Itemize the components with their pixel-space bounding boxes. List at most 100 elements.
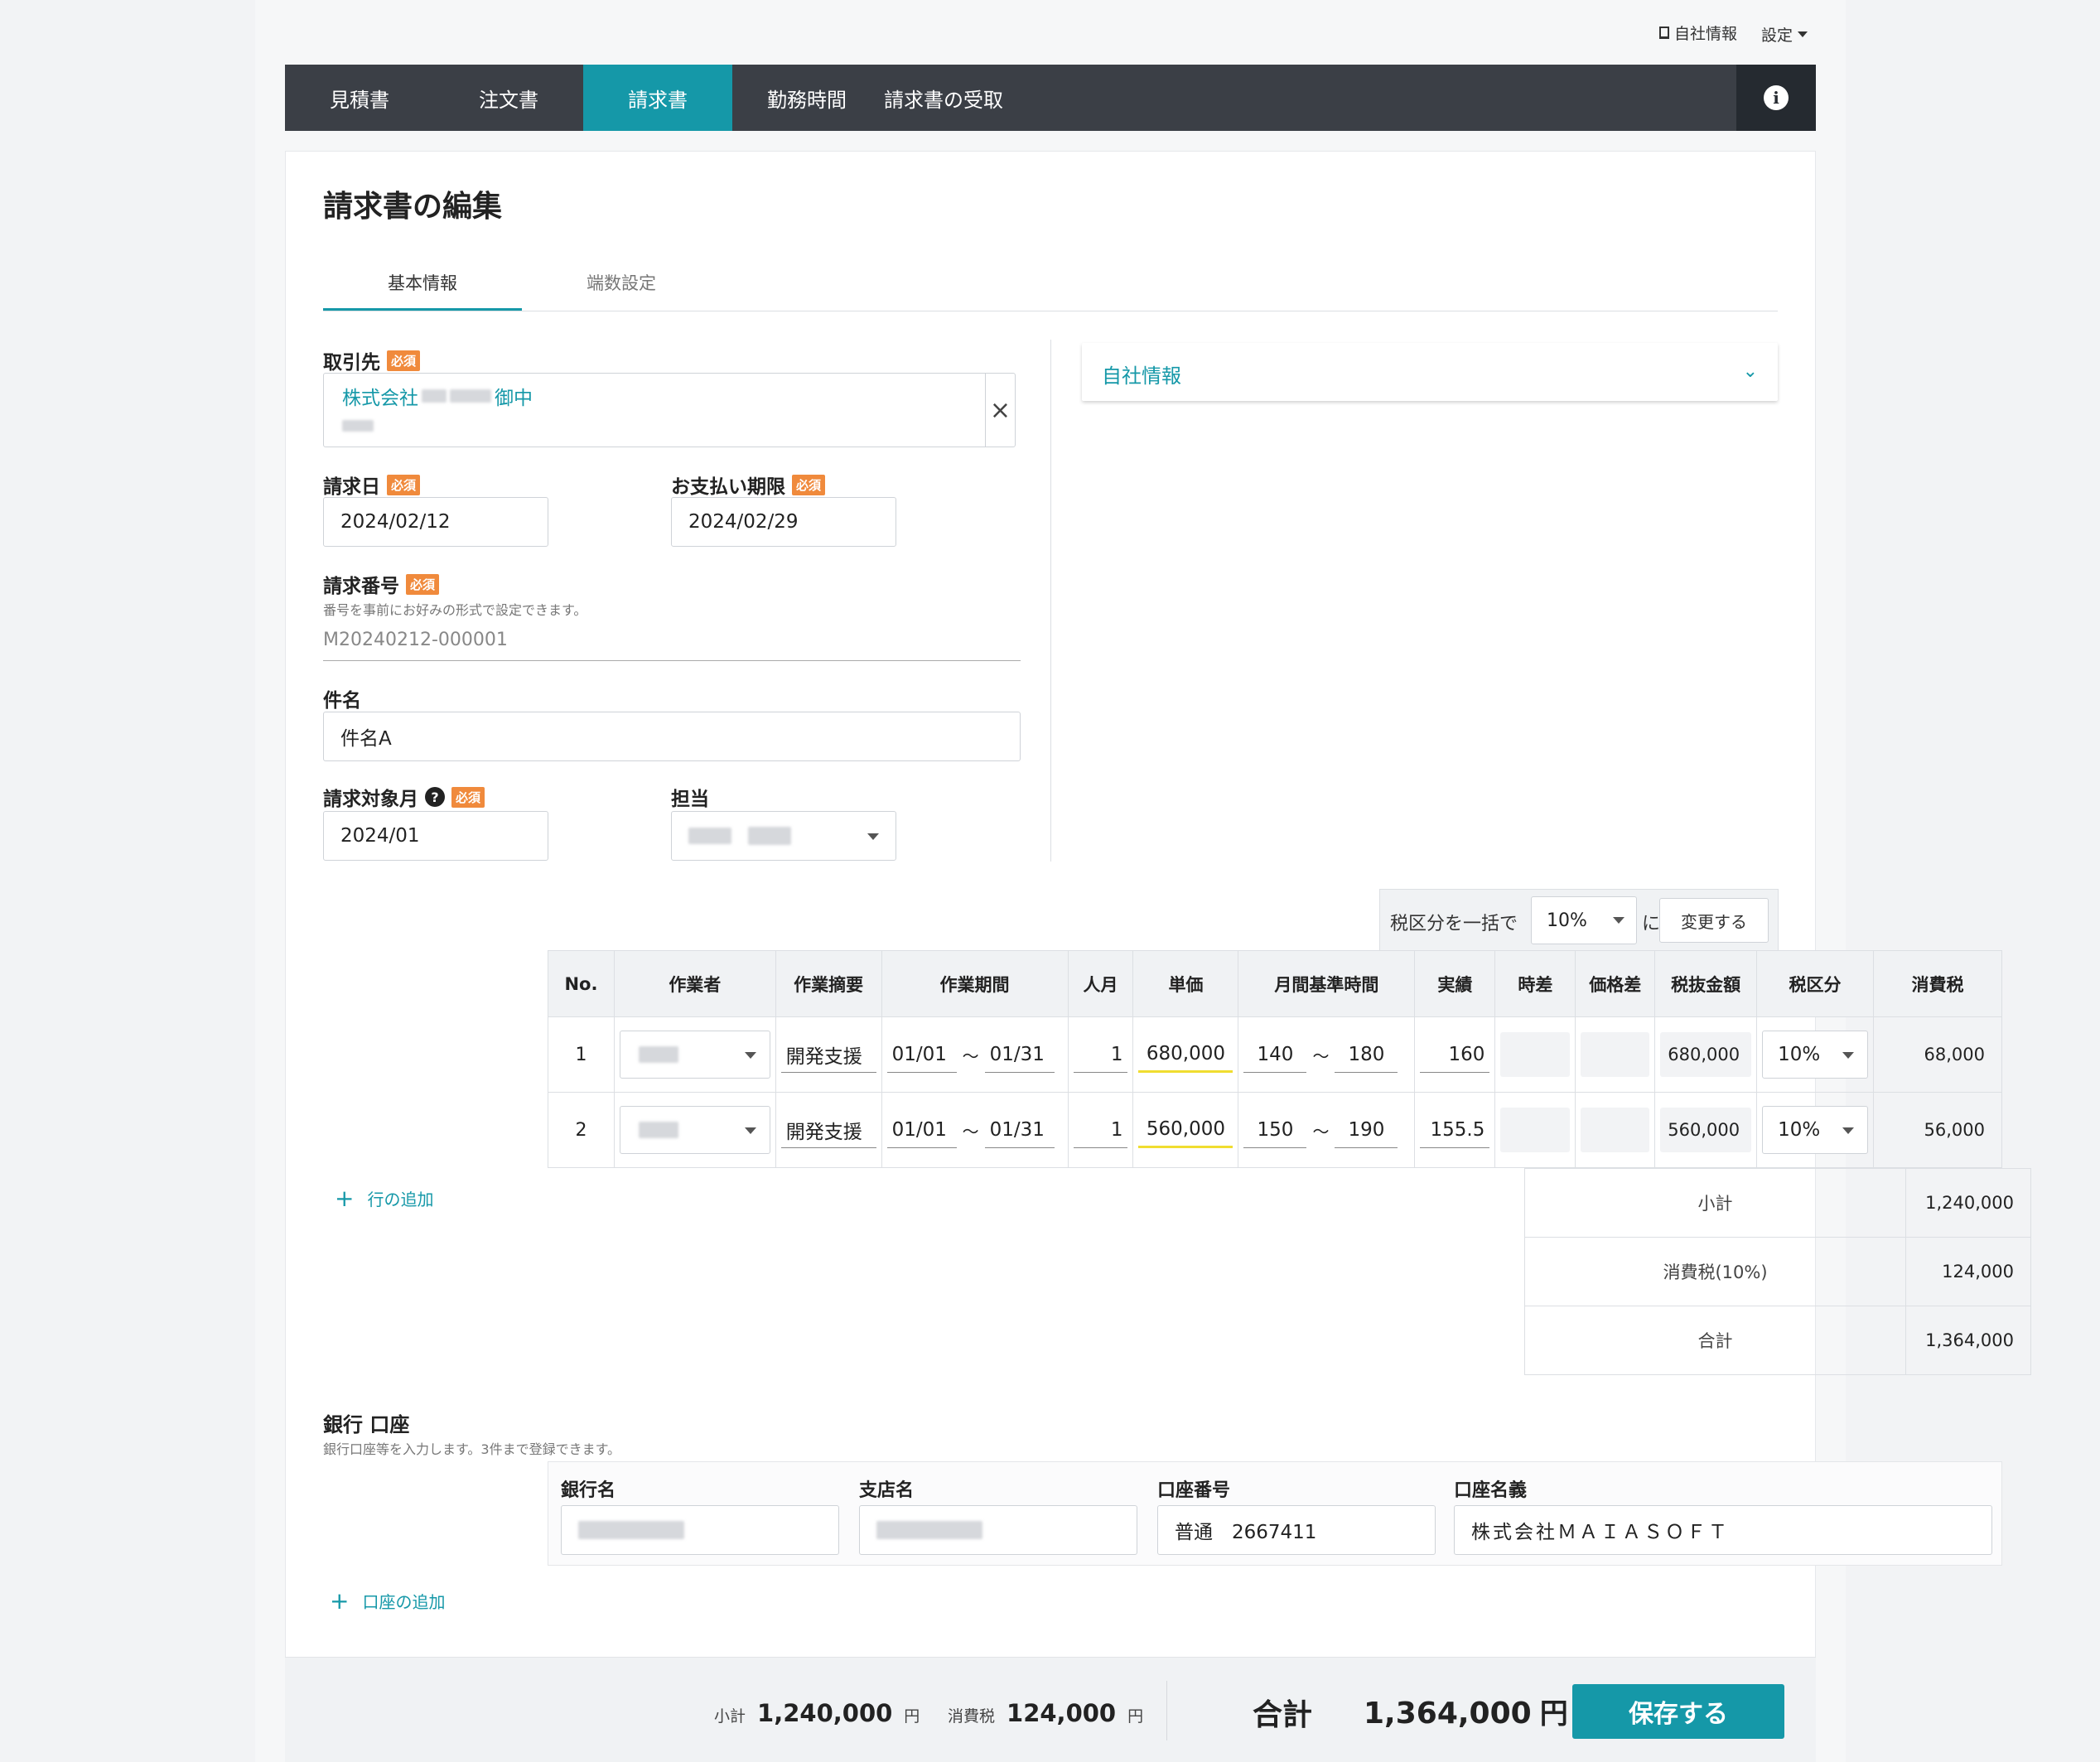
- client-name-suffix: 御中: [495, 388, 533, 409]
- price-diff-value: [1581, 1108, 1650, 1152]
- tab-rounding-settings[interactable]: 端数設定: [522, 270, 721, 295]
- man-month-input[interactable]: 1: [1073, 1112, 1128, 1148]
- header-man-month: 人月: [1067, 950, 1134, 1017]
- worker-cell: [613, 1016, 776, 1093]
- bank-account-row: 銀行名 支店名 口座番号 普通 2667411 口座名義 株式会社ＭＡＩＡＳＯＦ…: [548, 1461, 2002, 1566]
- price-diff-value: [1581, 1032, 1650, 1077]
- time-diff-value: [1500, 1032, 1571, 1077]
- worker-select[interactable]: [619, 1106, 770, 1154]
- subtotal-value: 1,240,000: [1914, 1177, 2022, 1229]
- invoice-date-input[interactable]: 2024/02/12: [323, 497, 548, 547]
- account-number-label: 口座番号: [1157, 1480, 1231, 1501]
- bulk-tax-select[interactable]: 10%: [1531, 896, 1637, 944]
- nav-order[interactable]: 注文書: [434, 65, 583, 131]
- bulk-tax-apply-button[interactable]: 変更する: [1659, 898, 1769, 943]
- invoice-number-hint: 番号を事前にお好みの形式で設定できます。: [323, 602, 587, 618]
- account-holder-input[interactable]: 株式会社ＭＡＩＡＳＯＦＴ: [1454, 1505, 1992, 1555]
- tax-category-select[interactable]: 10%: [1762, 1031, 1868, 1079]
- invoice-number-underline: [323, 660, 1021, 661]
- tax-value: 68,000: [1879, 1032, 1996, 1077]
- bank-name-label: 銀行名: [561, 1480, 616, 1501]
- company-info-link[interactable]: 自社情報: [1659, 22, 1737, 44]
- column-divider: [1050, 340, 1051, 862]
- header-amount: 税抜金額: [1654, 950, 1758, 1017]
- required-badge: 必須: [387, 350, 421, 371]
- branch-input[interactable]: [859, 1505, 1137, 1555]
- bookmark-icon: [1659, 27, 1669, 39]
- invoice-number-value: M20240212-000001: [323, 630, 508, 650]
- bulk-tax-label: 税区分を一括で: [1390, 914, 1518, 934]
- caret-down-icon: [1842, 1127, 1854, 1134]
- base-hours-min-input[interactable]: 140: [1243, 1036, 1307, 1073]
- actual-hours-input[interactable]: 155.5: [1420, 1112, 1490, 1148]
- target-month-label: 請求対象月 ? 必須: [323, 783, 485, 811]
- add-row-button[interactable]: + 行の追加: [335, 1185, 433, 1212]
- header-time-diff: 時差: [1494, 950, 1576, 1017]
- assignee-select[interactable]: [671, 811, 896, 861]
- items-table: No. 作業者 作業摘要 作業期間 人月 単価 月間基準時間 実績 時差 価格差…: [548, 950, 2002, 1168]
- summary-input[interactable]: 開発支援: [780, 1036, 876, 1073]
- total-row: 合計 1,364,000: [1524, 1306, 2031, 1375]
- caret-down-icon: [744, 1127, 756, 1134]
- worker-select[interactable]: [619, 1031, 770, 1079]
- footer-tax: 消費税 124,000 円: [948, 1699, 1144, 1727]
- tax-category-select[interactable]: 10%: [1762, 1106, 1868, 1154]
- nav-quotation[interactable]: 見積書: [285, 65, 434, 131]
- base-hours-min-input[interactable]: 150: [1243, 1112, 1307, 1148]
- summary-input[interactable]: 開発支援: [780, 1112, 876, 1148]
- base-hours-max-input[interactable]: 180: [1335, 1036, 1398, 1073]
- nav-invoice[interactable]: 請求書: [583, 65, 732, 131]
- plus-icon: +: [330, 1587, 350, 1615]
- period-to-input[interactable]: 01/31: [984, 1036, 1055, 1073]
- bulk-tax-bar: 税区分を一括で 10% に 変更する: [1379, 889, 1779, 951]
- header-no: No.: [548, 950, 615, 1017]
- header-summary: 作業摘要: [775, 950, 882, 1017]
- company-info-title: 自社情報: [1102, 364, 1181, 388]
- tab-basic-info[interactable]: 基本情報: [323, 270, 522, 295]
- chevron-down-icon: ⌄: [1742, 361, 1758, 382]
- nav-work-hours[interactable]: 勤務時間: [732, 65, 881, 131]
- footer-total: 1,364,000 円: [1364, 1697, 1568, 1731]
- header-period: 作業期間: [881, 950, 1069, 1017]
- header-unit-price: 単価: [1132, 950, 1239, 1017]
- subject-label: 件名: [323, 690, 361, 712]
- info-button[interactable]: i: [1736, 65, 1816, 131]
- plus-icon: +: [335, 1185, 355, 1212]
- period-to-input[interactable]: 01/31: [984, 1112, 1055, 1148]
- header-base-hours: 月間基準時間: [1238, 950, 1416, 1017]
- unit-price-input[interactable]: 560,000: [1138, 1112, 1233, 1148]
- base-hours-max-input[interactable]: 190: [1335, 1112, 1398, 1148]
- period-from-input[interactable]: 01/01: [886, 1112, 957, 1148]
- nav-received-invoices[interactable]: 請求書の受取: [881, 65, 1006, 131]
- add-bank-account-button[interactable]: + 口座の追加: [330, 1587, 445, 1615]
- table-row: 1 開発支援 01/01 ～ 01/31 1 680,000 140 ～ 180…: [548, 1016, 2002, 1093]
- period-from-input[interactable]: 01/01: [886, 1036, 957, 1073]
- client-label: 取引先 必須: [323, 346, 421, 374]
- table-header-row: No. 作業者 作業摘要 作業期間 人月 単価 月間基準時間 実績 時差 価格差…: [548, 950, 2002, 1017]
- settings-dropdown[interactable]: 設定: [1761, 23, 1808, 46]
- due-date-input[interactable]: 2024/02/29: [671, 497, 896, 547]
- bulk-tax-suffix: に: [1642, 914, 1661, 934]
- page-title: 請求書の編集: [323, 190, 503, 224]
- due-date-label: お支払い期限 必須: [671, 471, 826, 499]
- worker-cell: [613, 1092, 776, 1168]
- bank-hint: 銀行口座等を入力します。3件まで登録できます。: [323, 1441, 620, 1457]
- save-button[interactable]: 保存する: [1572, 1684, 1784, 1739]
- caret-down-icon: [1842, 1052, 1854, 1059]
- target-month-input[interactable]: 2024/01: [323, 811, 548, 861]
- info-icon: i: [1764, 85, 1789, 110]
- client-field[interactable]: 株式会社 御中 ×: [323, 373, 1016, 447]
- unit-price-input[interactable]: 680,000: [1138, 1036, 1233, 1073]
- bank-name-input[interactable]: [561, 1505, 839, 1555]
- help-icon[interactable]: ?: [425, 787, 445, 807]
- man-month-input[interactable]: 1: [1073, 1036, 1128, 1073]
- caret-down-icon: [744, 1052, 756, 1059]
- row-number: 2: [548, 1092, 615, 1168]
- tax-value: 56,000: [1879, 1108, 1996, 1152]
- footer-total-label: 合計: [1253, 1698, 1313, 1732]
- subject-input[interactable]: 件名A: [323, 712, 1021, 761]
- actual-hours-input[interactable]: 160: [1420, 1036, 1490, 1073]
- account-number-input[interactable]: 普通 2667411: [1157, 1505, 1436, 1555]
- clear-client-icon[interactable]: ×: [985, 374, 1015, 447]
- company-info-panel[interactable]: 自社情報 ⌄: [1082, 343, 1778, 401]
